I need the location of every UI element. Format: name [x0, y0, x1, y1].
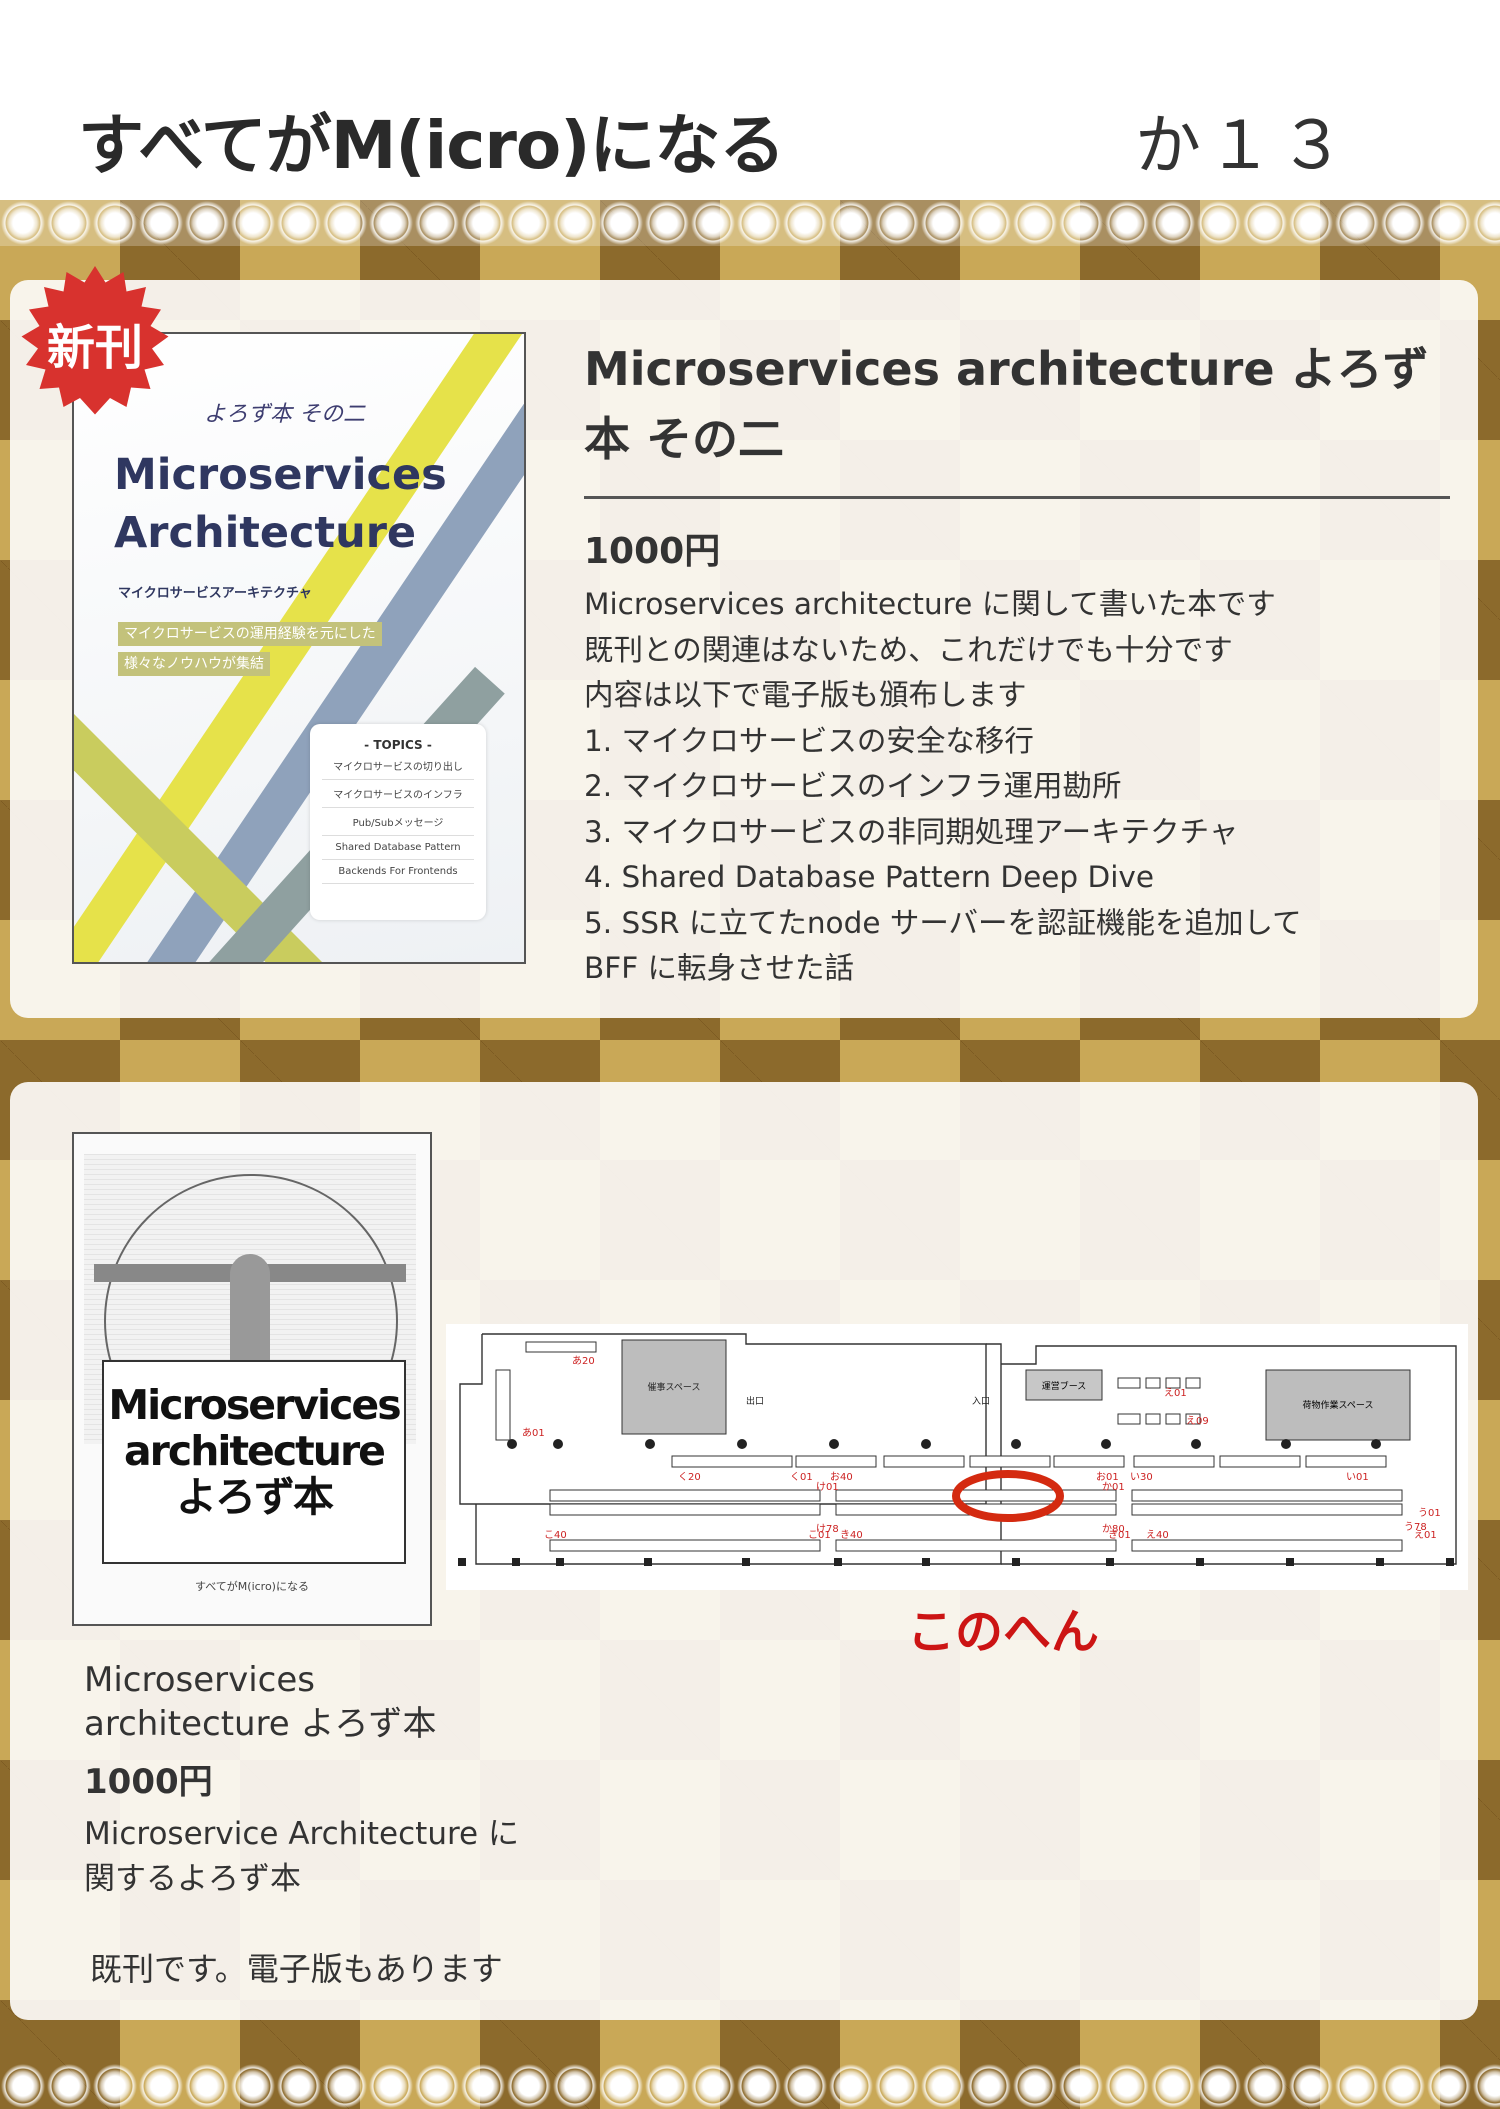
map-caption: このへん	[907, 1604, 1100, 1660]
book2-description: Microservice Architecture に関するよろず本	[84, 1816, 519, 1897]
svg-text:こ01: こ01	[808, 1530, 831, 1541]
page-header: すべてがM(icro)になる か１３	[0, 0, 1500, 200]
lace-border-bottom	[0, 2063, 1500, 2109]
cover1-title: Microservices Architecture	[114, 450, 447, 558]
new-release-badge: 新刊	[20, 266, 170, 416]
svg-text:い01: い01	[1346, 1472, 1369, 1483]
svg-text:う01: う01	[1418, 1507, 1441, 1519]
svg-text:こ40: こ40	[544, 1530, 567, 1541]
cover1-topics-box: - TOPICS - マイクロサービスの切り出し マイクロサービスのインフラ P…	[310, 724, 486, 920]
map-label-staff-booth: 運営ブース	[1042, 1380, 1087, 1392]
svg-text:あ20: あ20	[572, 1355, 595, 1367]
book2-cover-image: Microservices architecture よろず本 すべてがM(ic…	[72, 1132, 432, 1626]
cover1-kana: マイクロサービスアーキテクチャ	[118, 586, 312, 601]
map-label-event-space: 催事スペース	[648, 1381, 701, 1393]
book1-description: Microservices architecture に関して書いた本です 既刊…	[584, 587, 1302, 985]
cover1-tag: マイクロサービスの運用経験を元にした	[118, 622, 382, 646]
svg-text:え09: え09	[1186, 1415, 1209, 1427]
svg-text:え40: え40	[1146, 1529, 1169, 1541]
map-label-cargo-space: 荷物作業スペース	[1303, 1399, 1374, 1411]
book2-price: 1000円	[84, 1762, 213, 1802]
booth-number: か１３	[1135, 107, 1351, 184]
svg-text:え01: え01	[1164, 1387, 1187, 1399]
svg-text:く01: く01	[790, 1472, 813, 1483]
venue-floor-map: 催事スペース 出口 入口 運営ブース 荷物作業スペース あ20 あ01 く20 …	[446, 1324, 1468, 1590]
svg-text:う78: う78	[1404, 1521, 1427, 1533]
cover1-subtitle: よろず本 その二	[204, 402, 365, 427]
svg-text:き01: き01	[1108, 1529, 1131, 1541]
lace-border-top	[0, 200, 1500, 246]
map-label-exit: 出口	[746, 1395, 764, 1407]
svg-text:き40: き40	[840, 1529, 863, 1541]
existing-book-card: Microservices architecture よろず本 すべてがM(ic…	[10, 1082, 1478, 2020]
title-divider	[584, 496, 1450, 499]
new-book-card: よろず本 その二 Microservices Architecture マイクロ…	[10, 266, 1478, 1018]
book2-note: 既刊です。電子版もあります	[90, 1950, 503, 1988]
svg-text:あ01: あ01	[522, 1427, 545, 1439]
book2-title: Microservices architecture よろず本	[84, 1660, 437, 1744]
book1-cover-image: よろず本 その二 Microservices Architecture マイクロ…	[72, 332, 526, 964]
book1-price: 1000円	[584, 531, 721, 572]
cover1-tag: 様々なノウハウが集結	[118, 652, 270, 676]
svg-text:い30: い30	[1130, 1472, 1153, 1483]
svg-text:く20: く20	[678, 1472, 701, 1483]
circle-name: すべてがM(icro)になる	[78, 107, 785, 184]
svg-text:か01: か01	[1102, 1481, 1125, 1493]
book1-title: Microservices architecture よろず本 その二	[584, 342, 1429, 466]
cover2-footer: すべてがM(icro)になる	[195, 1580, 309, 1593]
svg-text:け01: け01	[816, 1481, 839, 1493]
cover2-title-box: Microservices architecture よろず本	[102, 1360, 406, 1564]
map-label-entrance: 入口	[972, 1396, 990, 1407]
